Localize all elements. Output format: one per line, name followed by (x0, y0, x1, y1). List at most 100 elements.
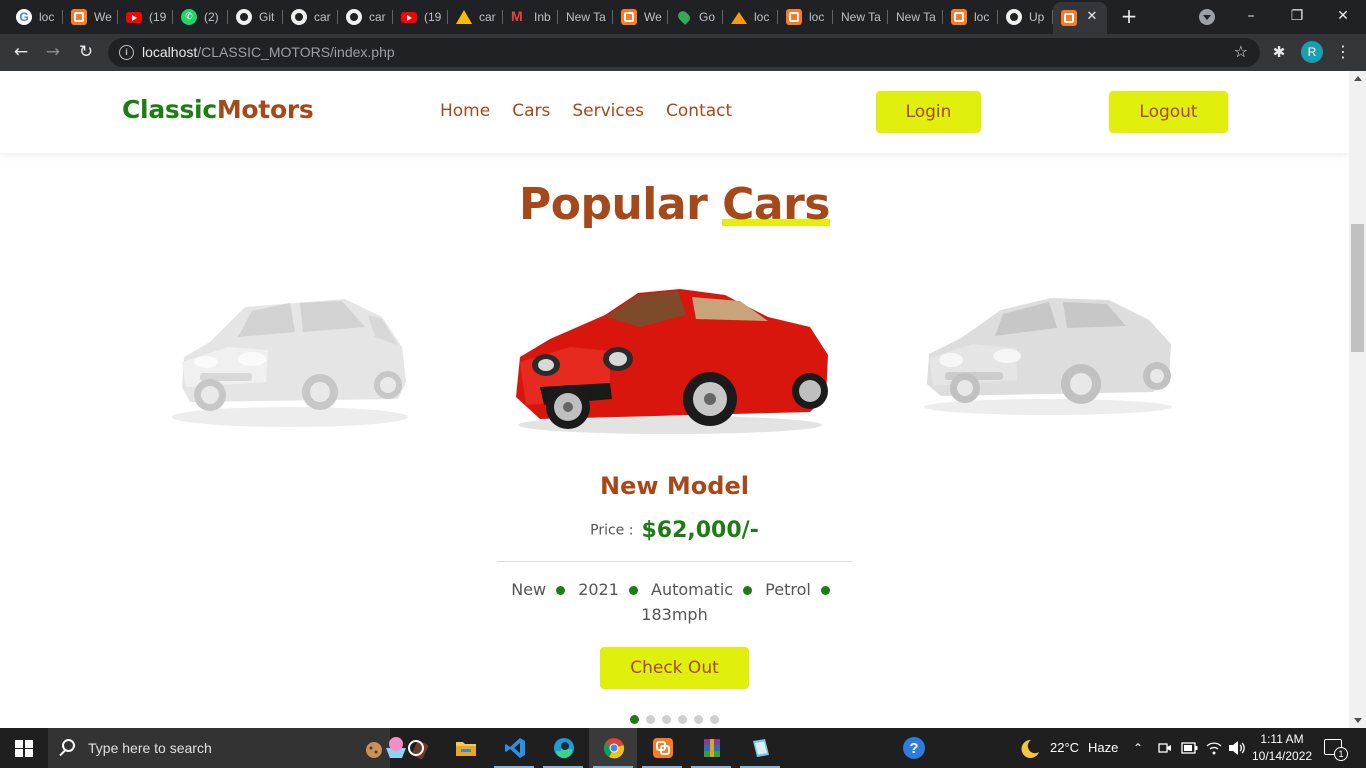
address-url[interactable]: localhost/CLASSIC_MOTORS/index.php (142, 44, 395, 60)
browser-tab[interactable]: loc (943, 4, 998, 30)
taskbar-clock[interactable]: 1:11 AM 10/14/2022 (1252, 731, 1312, 765)
weather-condition[interactable]: Haze (1088, 728, 1118, 768)
github-icon (236, 9, 252, 25)
gmail-icon-glyph (511, 8, 527, 24)
browser-tab[interactable]: Go (668, 4, 723, 30)
logout-button[interactable]: Logout (1109, 91, 1228, 133)
xampp-icon (786, 9, 802, 25)
logo-classic: Classic (122, 95, 217, 124)
scroll-down-arrow-icon[interactable] (1354, 718, 1362, 723)
tab-search-icon[interactable] (1199, 9, 1215, 25)
phpmyadmin-icon-glyph (731, 10, 747, 24)
xampp-icon-glyph (71, 9, 87, 25)
winrar-icon (701, 737, 723, 759)
tab-title: New Ta (896, 10, 936, 24)
site-logo[interactable]: ClassicMotors (122, 95, 314, 124)
forward-button[interactable]: → (41, 40, 65, 64)
browser-tab[interactable]: We (63, 4, 118, 30)
wifi-icon[interactable] (1206, 740, 1222, 756)
tab-close-icon[interactable]: ✕ (1085, 10, 1099, 24)
taskbar-app-edge[interactable] (539, 728, 587, 768)
weather-moon-icon[interactable] (1017, 737, 1041, 759)
taskbar-app-file-explorer[interactable] (441, 728, 489, 768)
page-scrollbar[interactable] (1349, 71, 1366, 728)
check-out-button[interactable]: Check Out (600, 647, 749, 689)
extensions-puzzle-icon[interactable]: ✱ (1270, 43, 1288, 61)
youtube-icon-glyph (126, 11, 142, 23)
login-button[interactable]: Login (876, 91, 981, 133)
spec-top-speed-text: 183mph (641, 605, 708, 624)
volume-icon[interactable] (1228, 740, 1246, 756)
github-icon-glyph (236, 9, 252, 25)
browser-tab[interactable]: ✆ (2) (173, 4, 228, 30)
carousel-dot[interactable] (646, 715, 655, 724)
github-icon-glyph (291, 9, 307, 25)
back-button[interactable]: ← (9, 40, 33, 64)
taskbar-app-vscode[interactable] (490, 728, 538, 768)
restore-button[interactable]: ❐ (1274, 0, 1320, 34)
car-image-convertible[interactable] (510, 287, 832, 439)
browser-tab[interactable]: loc (778, 4, 833, 30)
taskbar-app-winrar[interactable] (687, 728, 735, 768)
browser-tab[interactable]: (19 (118, 4, 173, 30)
cortana-icon[interactable] (408, 740, 424, 756)
help-icon[interactable]: ? (902, 736, 926, 760)
browser-tab[interactable]: New Ta (833, 4, 888, 30)
browser-tab[interactable]: Inb (503, 4, 558, 30)
browser-tab[interactable]: loc (723, 4, 778, 30)
profile-avatar[interactable]: R (1301, 41, 1323, 63)
tab-title: car (369, 10, 386, 24)
browser-tab[interactable]: (19 (393, 4, 448, 30)
browser-tab[interactable]: New Ta (558, 4, 613, 30)
bookmark-star-icon[interactable]: ☆ (1234, 42, 1248, 61)
carousel-dot[interactable] (662, 715, 671, 724)
browser-tab[interactable]: Git (228, 4, 283, 30)
phpmyadmin-icon (731, 9, 747, 25)
browser-tab[interactable]: car (283, 4, 338, 30)
carousel-dot[interactable] (630, 715, 639, 724)
taskbar-search-box[interactable]: Type here to search (48, 728, 429, 768)
scroll-up-arrow-icon[interactable] (1354, 76, 1362, 81)
edge-icon (553, 737, 575, 759)
carousel-dot[interactable] (694, 715, 703, 724)
nav-contact[interactable]: Contact (666, 101, 732, 121)
browser-tab[interactable]: car (338, 4, 393, 30)
carousel-dot[interactable] (710, 715, 719, 724)
carousel-dot[interactable] (678, 715, 687, 724)
tab-title: car (479, 10, 496, 24)
minimize-button[interactable]: – (1228, 0, 1274, 34)
browser-tab[interactable]: Up (998, 4, 1053, 30)
main-nav: Home Cars Services Contact (440, 101, 732, 121)
window-close-button[interactable]: ✕ (1320, 0, 1366, 34)
taskbar-app-chrome[interactable] (589, 728, 637, 768)
site-info-icon[interactable]: i (119, 45, 134, 60)
car-image-sedan[interactable] (921, 292, 1175, 422)
browser-tab[interactable]: We (613, 4, 668, 30)
browser-tab[interactable]: car (448, 4, 503, 30)
scroll-thumb[interactable] (1351, 224, 1364, 352)
nav-services[interactable]: Services (572, 101, 644, 121)
battery-icon[interactable] (1181, 742, 1198, 754)
chrome-menu-icon[interactable]: ⋮ (1333, 41, 1353, 63)
car-image-suv[interactable] (170, 287, 415, 437)
browser-tab[interactable]: Gloc (8, 4, 63, 30)
nav-home[interactable]: Home (440, 101, 490, 121)
address-bar[interactable]: i localhost/CLASSIC_MOTORS/index.php ☆ (108, 38, 1260, 67)
tab-title: loc (39, 10, 55, 24)
new-tab-button[interactable]: + (1117, 5, 1141, 29)
reload-button[interactable]: ↻ (74, 40, 98, 64)
tray-chevron-up-icon[interactable]: ⌃ (1133, 728, 1143, 768)
notification-badge: 1 (1334, 747, 1348, 761)
meet-now-icon[interactable] (1158, 741, 1172, 755)
browser-tab[interactable]: New Ta (888, 4, 943, 30)
spec-fuel: Petrol (765, 580, 838, 599)
nav-cars[interactable]: Cars (512, 101, 550, 121)
gmail-icon (511, 8, 527, 25)
taskbar-app-notepad[interactable] (736, 728, 784, 768)
vscode-icon (504, 737, 526, 759)
spec-year-text: 2021 (578, 580, 619, 599)
windows-start-icon[interactable] (15, 740, 33, 757)
weather-temp[interactable]: 22°C (1050, 728, 1079, 768)
taskbar-app-xampp[interactable] (638, 728, 686, 768)
browser-tab-active[interactable]: ✕ (1053, 2, 1107, 34)
